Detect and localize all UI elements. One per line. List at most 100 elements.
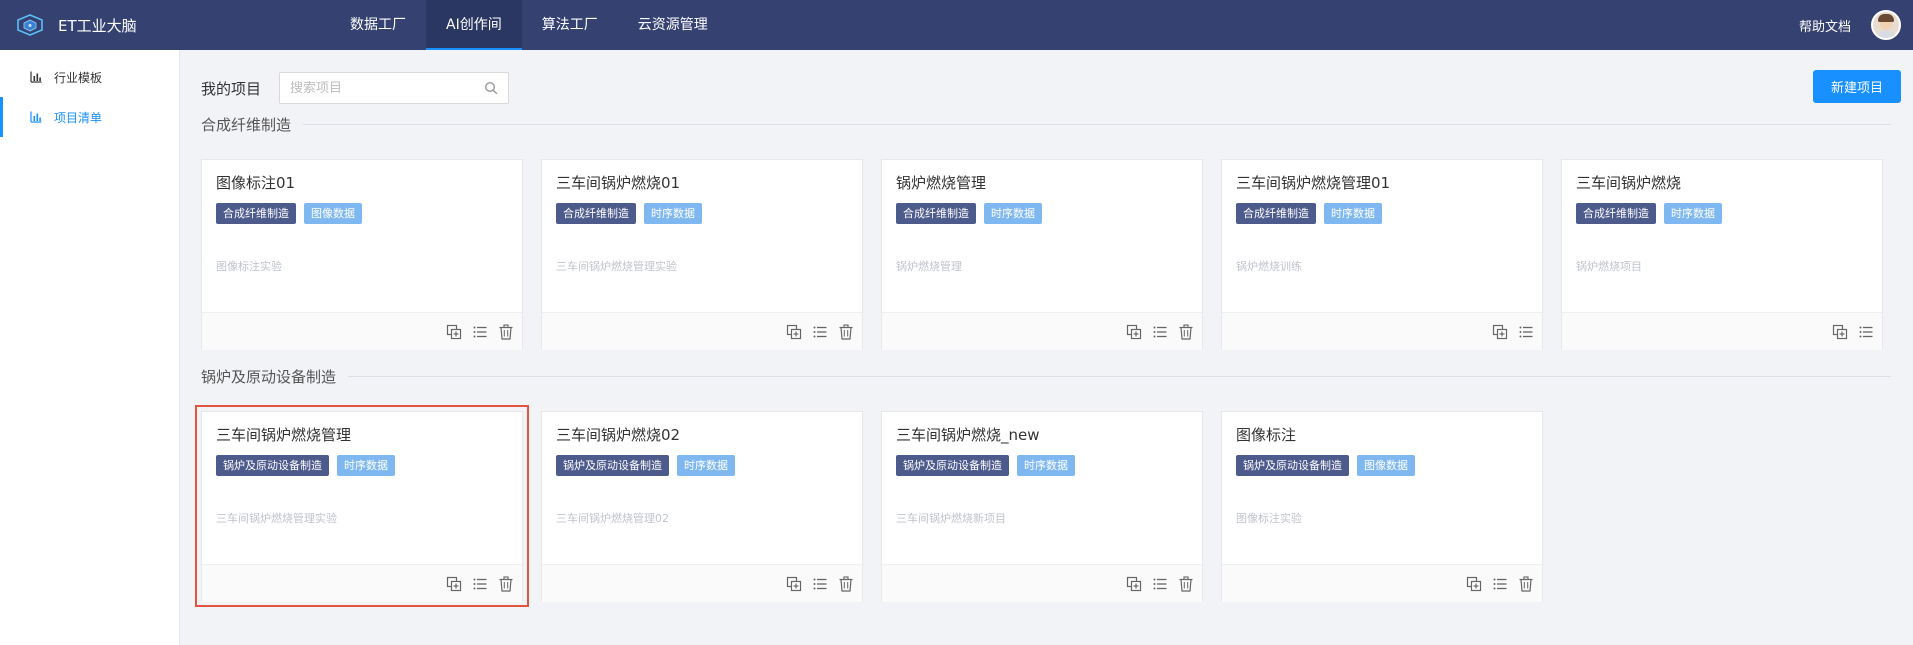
search-icon[interactable] — [484, 81, 498, 95]
trash-icon[interactable] — [838, 575, 854, 592]
brand-title: ET工业大脑 — [58, 16, 137, 35]
trash-icon[interactable] — [498, 323, 514, 340]
project-card[interactable]: 图像标注 锅炉及原动设备制造 图像数据 图像标注实验 — [1221, 411, 1543, 602]
help-docs-link[interactable]: 帮助文档 — [1799, 16, 1851, 35]
trash-icon[interactable] — [498, 575, 514, 592]
copy-icon[interactable] — [1492, 324, 1508, 340]
card-title[interactable]: 图像标注 — [1236, 424, 1528, 445]
industry-tag: 合成纤维制造 — [1236, 203, 1316, 224]
search-input[interactable] — [290, 80, 485, 96]
project-card[interactable]: 三车间锅炉燃烧01 合成纤维制造 时序数据 三车间锅炉燃烧管理实验 — [541, 159, 863, 350]
card-title[interactable]: 三车间锅炉燃烧_new — [896, 424, 1188, 445]
search-box[interactable] — [279, 72, 510, 104]
nav-tab-1[interactable]: 数据工厂 — [330, 0, 426, 50]
section-divider — [348, 376, 1891, 377]
card-title[interactable]: 三车间锅炉燃烧01 — [556, 172, 848, 193]
project-card[interactable]: 锅炉燃烧管理 合成纤维制造 时序数据 锅炉燃烧管理 — [881, 159, 1203, 350]
card-description: 三车间锅炉燃烧新项目 — [896, 512, 1006, 525]
copy-icon[interactable] — [786, 576, 802, 592]
card-actions — [202, 564, 522, 602]
data-type-tag: 时序数据 — [677, 455, 735, 476]
card-tags: 合成纤维制造 时序数据 — [1576, 203, 1868, 224]
sidebar-item-2[interactable]: 项目清单 — [0, 97, 179, 137]
list-icon[interactable] — [1858, 324, 1874, 340]
card-tags: 锅炉及原动设备制造 时序数据 — [556, 455, 848, 476]
data-type-tag: 时序数据 — [337, 455, 395, 476]
project-card[interactable]: 三车间锅炉燃烧管理 锅炉及原动设备制造 时序数据三车间锅炉燃烧管理实验 — [195, 405, 529, 607]
list-icon[interactable] — [812, 324, 828, 340]
card-title[interactable]: 锅炉燃烧管理 — [896, 172, 1188, 193]
new-project-button[interactable]: 新建项目 — [1813, 70, 1901, 103]
avatar[interactable] — [1871, 10, 1901, 40]
section-divider — [303, 124, 1891, 125]
data-type-tag: 时序数据 — [1324, 203, 1382, 224]
copy-icon[interactable] — [446, 576, 462, 592]
trash-icon[interactable] — [838, 323, 854, 340]
list-icon[interactable] — [812, 576, 828, 592]
copy-icon[interactable] — [1126, 576, 1142, 592]
data-type-tag: 图像数据 — [1357, 455, 1415, 476]
industry-tag: 合成纤维制造 — [216, 203, 296, 224]
data-type-tag: 时序数据 — [644, 203, 702, 224]
list-icon[interactable] — [1492, 576, 1508, 592]
list-icon[interactable] — [472, 576, 488, 592]
nav-tab-2[interactable]: AI创作间 — [426, 0, 522, 50]
card-actions — [882, 312, 1202, 350]
card-title[interactable]: 三车间锅炉燃烧02 — [556, 424, 848, 445]
data-type-tag: 图像数据 — [304, 203, 362, 224]
list-icon[interactable] — [1152, 576, 1168, 592]
copy-icon[interactable] — [1832, 324, 1848, 340]
card-title[interactable]: 三车间锅炉燃烧 — [1576, 172, 1868, 193]
project-card[interactable]: 三车间锅炉燃烧 合成纤维制造 时序数据 锅炉燃烧项目 — [1561, 159, 1883, 350]
sidebar: 行业模板 项目清单 — [0, 50, 180, 645]
brand[interactable]: ET工业大脑 — [0, 14, 330, 36]
card-tags: 锅炉及原动设备制造 图像数据 — [1236, 455, 1528, 476]
sidebar-item-1[interactable]: 行业模板 — [0, 57, 179, 97]
sidebar-item-label: 行业模板 — [54, 70, 103, 85]
section-title: 锅炉及原动设备制造 — [201, 368, 337, 386]
card-tags: 锅炉及原动设备制造 时序数据 — [896, 455, 1188, 476]
project-card[interactable]: 三车间锅炉燃烧_new 锅炉及原动设备制造 时序数据三车间锅炉燃烧新项目 — [881, 411, 1203, 602]
list-icon[interactable] — [1152, 324, 1168, 340]
card-description: 三车间锅炉燃烧管理实验 — [216, 512, 337, 525]
copy-icon[interactable] — [786, 324, 802, 340]
main-content: 我的项目 新建项目 合成纤维制造图像标注01合成纤维制造图像数据图像标注实验三车… — [181, 50, 1913, 645]
card-description: 锅炉燃烧管理 — [896, 260, 962, 273]
card-actions — [882, 564, 1202, 602]
data-type-tag: 时序数据 — [984, 203, 1042, 224]
card-tags: 合成纤维制造 时序数据 — [1236, 203, 1528, 224]
trash-icon[interactable] — [1178, 323, 1194, 340]
industry-tag: 锅炉及原动设备制造 — [216, 455, 329, 476]
trash-icon[interactable] — [1178, 575, 1194, 592]
card-tags: 合成纤维制造 图像数据 — [216, 203, 508, 224]
copy-icon[interactable] — [1466, 576, 1482, 592]
card-tags: 锅炉及原动设备制造 时序数据 — [216, 455, 508, 476]
card-title[interactable]: 三车间锅炉燃烧管理 — [216, 424, 508, 445]
bar-chart-icon — [30, 111, 42, 123]
copy-icon[interactable] — [446, 324, 462, 340]
nav-tab-3[interactable]: 算法工厂 — [522, 0, 618, 50]
card-title[interactable]: 图像标注01 — [216, 172, 508, 193]
card-description: 三车间锅炉燃烧管理02 — [556, 512, 669, 525]
card-description: 图像标注实验 — [216, 260, 282, 273]
sidebar-item-label: 项目清单 — [54, 110, 103, 125]
industry-tag: 合成纤维制造 — [556, 203, 636, 224]
project-card[interactable]: 三车间锅炉燃烧02 锅炉及原动设备制造 时序数据三车间锅炉燃烧管理02 — [541, 411, 863, 602]
list-icon[interactable] — [1518, 324, 1534, 340]
project-card[interactable]: 图像标注01 合成纤维制造 图像数据图像标注实验 — [201, 159, 523, 350]
copy-icon[interactable] — [1126, 324, 1142, 340]
list-icon[interactable] — [472, 324, 488, 340]
nav-tab-4[interactable]: 云资源管理 — [618, 0, 728, 50]
card-actions — [202, 312, 522, 350]
project-card[interactable]: 三车间锅炉燃烧管理01 合成纤维制造 时序数据 锅炉燃烧训练 — [1221, 159, 1543, 350]
trash-icon[interactable] — [1518, 575, 1534, 592]
card-actions — [1562, 312, 1882, 350]
section-title: 合成纤维制造 — [201, 116, 292, 134]
industry-tag: 合成纤维制造 — [896, 203, 976, 224]
bar-chart-icon — [30, 71, 42, 83]
industry-tag: 合成纤维制造 — [1576, 203, 1656, 224]
industry-tag: 锅炉及原动设备制造 — [1236, 455, 1349, 476]
data-type-tag: 时序数据 — [1017, 455, 1075, 476]
card-tags: 合成纤维制造 时序数据 — [556, 203, 848, 224]
card-title[interactable]: 三车间锅炉燃烧管理01 — [1236, 172, 1528, 193]
